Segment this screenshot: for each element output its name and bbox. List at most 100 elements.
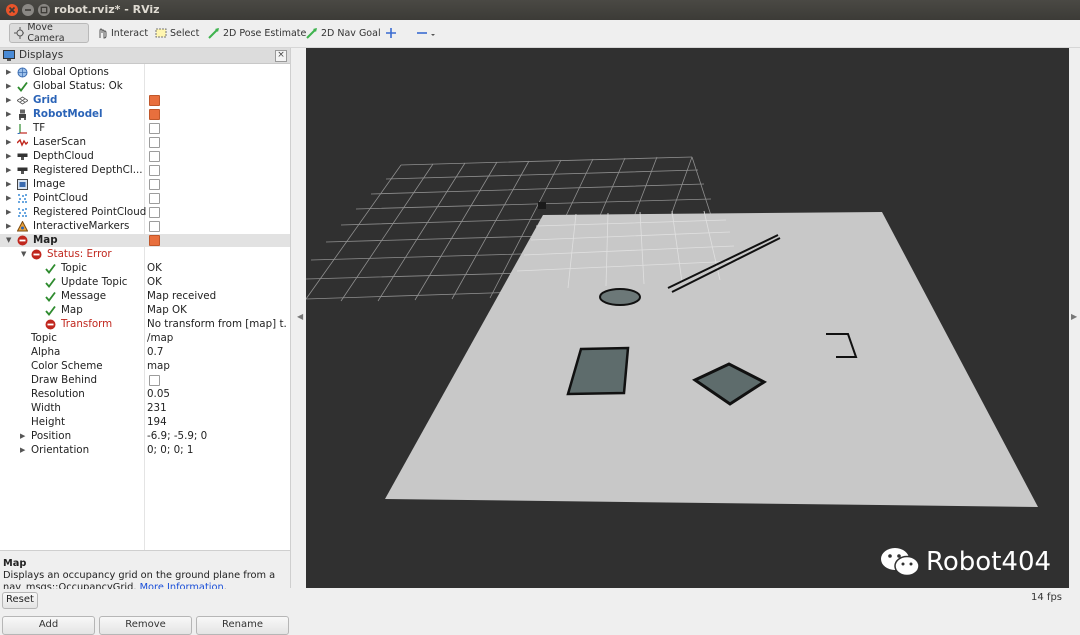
laserscan-checkbox[interactable] bbox=[149, 137, 160, 148]
registered-depthcloud-checkbox[interactable] bbox=[149, 165, 160, 176]
expand-arrow-icon[interactable]: ▶ bbox=[6, 80, 11, 93]
kinect-icon bbox=[17, 153, 28, 160]
expand-arrow-icon[interactable]: ▶ bbox=[6, 150, 11, 163]
nav-goal-label: 2D Nav Goal bbox=[321, 27, 381, 39]
tree-row-status-update-topic[interactable]: Update Topic OK bbox=[0, 276, 290, 289]
interact-tool[interactable]: Interact bbox=[92, 23, 152, 43]
tree-row-tf[interactable]: ▶ TF bbox=[0, 122, 290, 135]
tree-row-pointcloud[interactable]: ▶ PointCloud bbox=[0, 192, 290, 205]
expand-arrow-icon[interactable]: ▶ bbox=[6, 192, 11, 205]
registered-pointcloud-checkbox[interactable] bbox=[149, 207, 160, 218]
left-splitter-arrow-icon[interactable]: ◀ bbox=[297, 312, 303, 321]
tree-row-interactive-markers[interactable]: ▶ InteractiveMarkers bbox=[0, 220, 290, 233]
expand-arrow-icon[interactable]: ▶ bbox=[6, 66, 11, 79]
expand-arrow-icon[interactable]: ▶ bbox=[6, 122, 11, 135]
panel-close-button[interactable]: × bbox=[275, 50, 287, 62]
displays-panel-header: Displays × bbox=[0, 48, 290, 64]
tree-row-registered-pointcloud[interactable]: ▶ Registered PointCloud bbox=[0, 206, 290, 219]
add-button[interactable]: Add bbox=[2, 616, 95, 635]
window-minimize-button[interactable] bbox=[22, 4, 34, 16]
displays-title: Displays bbox=[19, 49, 64, 61]
robot-model bbox=[538, 202, 546, 209]
expand-arrow-icon[interactable]: ▶ bbox=[6, 206, 11, 219]
nav-goal-tool[interactable]: 2D Nav Goal bbox=[302, 23, 385, 43]
wechat-icon bbox=[881, 548, 920, 577]
depthcloud-checkbox[interactable] bbox=[149, 151, 160, 162]
tf-checkbox[interactable] bbox=[149, 123, 160, 134]
tree-row-global-options[interactable]: ▶ Global Options bbox=[0, 66, 290, 79]
checkmark-icon bbox=[45, 263, 56, 274]
property-resolution[interactable]: Resolution 0.05 bbox=[0, 388, 290, 401]
displays-panel: Displays × ▶ Global Options ▶ Global Sta… bbox=[0, 48, 291, 635]
tree-row-registered-depthcloud[interactable]: ▶ Registered DepthCl... bbox=[0, 164, 290, 177]
add-tool-button[interactable] bbox=[381, 23, 404, 43]
expand-arrow-icon[interactable]: ▶ bbox=[6, 108, 11, 121]
select-tool[interactable]: Select bbox=[151, 23, 203, 43]
tf-axes-icon bbox=[17, 124, 27, 134]
expand-arrow-icon[interactable]: ▶ bbox=[20, 444, 25, 457]
collapse-arrow-icon[interactable]: ▼ bbox=[6, 234, 11, 247]
tree-row-status-message[interactable]: Message Map received bbox=[0, 290, 290, 303]
tree-row-map[interactable]: ▼ Map bbox=[0, 234, 290, 247]
checkmark-icon bbox=[45, 305, 56, 316]
property-color-scheme[interactable]: Color Scheme map bbox=[0, 360, 290, 373]
map-obstacle-ellipse bbox=[599, 288, 641, 306]
minimize-icon bbox=[25, 9, 31, 11]
select-icon bbox=[155, 28, 167, 38]
render-viewport[interactable]: Robot404 bbox=[305, 48, 1069, 588]
pose-estimate-tool[interactable]: 2D Pose Estimate bbox=[204, 23, 310, 43]
tree-row-status-error[interactable]: ▼ Status: Error bbox=[0, 248, 290, 261]
collapse-arrow-icon[interactable]: ▼ bbox=[21, 248, 26, 261]
grid-checkbox[interactable] bbox=[149, 95, 160, 106]
property-orientation[interactable]: ▶ Orientation 0; 0; 0; 1 bbox=[0, 444, 290, 457]
property-alpha[interactable]: Alpha 0.7 bbox=[0, 346, 290, 359]
move-camera-icon bbox=[14, 27, 25, 39]
pointcloud-checkbox[interactable] bbox=[149, 193, 160, 204]
plus-icon bbox=[386, 28, 396, 38]
maximize-icon bbox=[40, 6, 48, 14]
remove-tool-button[interactable] bbox=[412, 23, 445, 43]
expand-arrow-icon[interactable]: ▶ bbox=[6, 220, 11, 233]
map-checkbox[interactable] bbox=[149, 235, 160, 246]
pose-arrow-icon bbox=[208, 28, 219, 39]
watermark: Robot404 bbox=[880, 546, 1051, 578]
property-topic[interactable]: Topic /map bbox=[0, 332, 290, 345]
image-checkbox[interactable] bbox=[149, 179, 160, 190]
window-maximize-button[interactable] bbox=[38, 4, 50, 16]
property-position[interactable]: ▶ Position -6.9; -5.9; 0 bbox=[0, 430, 290, 443]
expand-arrow-icon[interactable]: ▶ bbox=[6, 94, 11, 107]
window-close-button[interactable] bbox=[6, 4, 18, 16]
robotmodel-checkbox[interactable] bbox=[149, 109, 160, 120]
property-draw-behind[interactable]: Draw Behind bbox=[0, 374, 290, 387]
checkmark-icon bbox=[17, 81, 28, 92]
move-camera-tool[interactable]: Move Camera bbox=[9, 22, 89, 44]
expand-arrow-icon[interactable]: ▶ bbox=[6, 164, 11, 177]
tree-row-laserscan[interactable]: ▶ LaserScan bbox=[0, 136, 290, 149]
image-icon bbox=[17, 179, 28, 190]
grid-icon bbox=[17, 96, 28, 105]
select-label: Select bbox=[170, 27, 200, 39]
right-splitter-arrow-icon[interactable]: ▶ bbox=[1071, 312, 1077, 321]
property-height[interactable]: Height 194 bbox=[0, 416, 290, 429]
draw-behind-checkbox[interactable] bbox=[149, 375, 160, 386]
property-width[interactable]: Width 231 bbox=[0, 402, 290, 415]
tree-row-global-status[interactable]: ▶ Global Status: Ok bbox=[0, 80, 290, 93]
tree-row-image[interactable]: ▶ Image bbox=[0, 178, 290, 191]
scene-3d bbox=[305, 156, 1038, 507]
error-icon bbox=[45, 319, 56, 330]
rename-button[interactable]: Rename bbox=[196, 616, 289, 635]
reset-button[interactable]: Reset bbox=[2, 592, 38, 609]
tree-row-grid[interactable]: ▶ Grid bbox=[0, 94, 290, 107]
expand-arrow-icon[interactable]: ▶ bbox=[6, 136, 11, 149]
expand-arrow-icon[interactable]: ▶ bbox=[6, 178, 11, 191]
tree-row-depthcloud[interactable]: ▶ DepthCloud bbox=[0, 150, 290, 163]
remove-button[interactable]: Remove bbox=[99, 616, 192, 635]
tree-row-status-transform[interactable]: Transform No transform from [map] t... bbox=[0, 318, 290, 331]
tree-row-status-map[interactable]: Map Map OK bbox=[0, 304, 290, 317]
interactive-markers-checkbox[interactable] bbox=[149, 221, 160, 232]
expand-arrow-icon[interactable]: ▶ bbox=[20, 430, 25, 443]
tree-row-robotmodel[interactable]: ▶ RobotModel bbox=[0, 108, 290, 121]
tree-row-status-topic[interactable]: Topic OK bbox=[0, 262, 290, 275]
occupancy-map-plane bbox=[385, 212, 1038, 507]
globe-icon bbox=[17, 67, 28, 78]
